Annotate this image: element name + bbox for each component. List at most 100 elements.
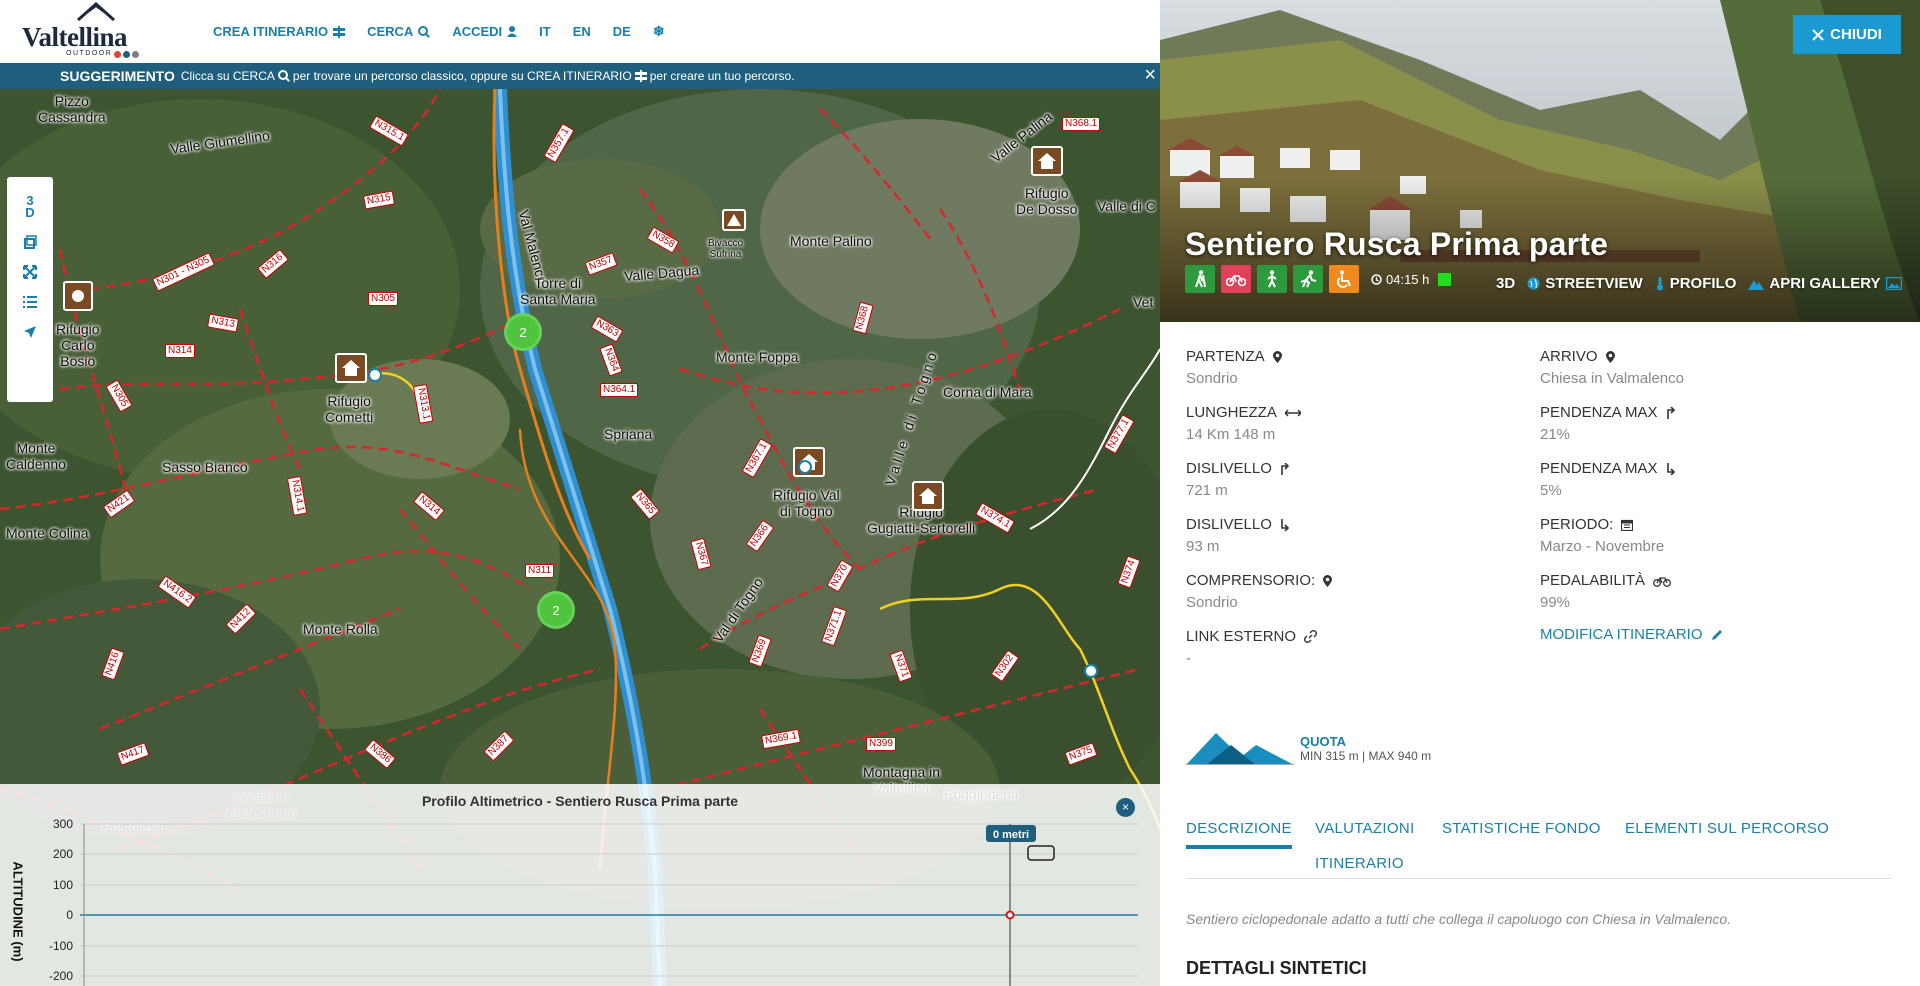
partenza-value: Sondrio xyxy=(1186,370,1238,387)
route-hero-image[interactable]: CHIUDI Sentiero Rusca Prima parte 04:15 … xyxy=(1160,0,1920,322)
cluster-marker[interactable]: 2 xyxy=(537,591,575,629)
y-tick-100: 100 xyxy=(53,878,73,892)
pedalabilita-value: 99% xyxy=(1540,594,1571,611)
elevation-mountains-icon xyxy=(1186,733,1294,765)
nav-accedi[interactable]: ACCEDI xyxy=(452,24,518,39)
pendenza-down-label: PENDENZA MAX xyxy=(1540,460,1658,477)
lang-de[interactable]: DE xyxy=(613,24,631,39)
map-label-bosio: Rifugio Carlo Bosio xyxy=(56,321,100,369)
locate-icon[interactable] xyxy=(23,325,37,339)
trail-badge: N399 xyxy=(866,737,896,751)
arrivo-value: Chiesa in Valmalenco xyxy=(1540,370,1684,387)
pin-icon xyxy=(1323,574,1333,587)
nav-cerca[interactable]: CERCA xyxy=(367,24,431,39)
search-icon xyxy=(418,25,431,38)
detail-comprensorio: COMPRENSORIO: Sondrio xyxy=(1186,572,1516,611)
detail-pendenza-down: PENDENZA MAX 5% xyxy=(1540,460,1870,499)
arrow-up-icon xyxy=(1281,462,1289,475)
link-icon xyxy=(1304,630,1318,643)
hint-text-1: Clicca su CERCA xyxy=(180,69,275,83)
tab-elementi-sul-percorso[interactable]: ELEMENTI SUL PERCORSO xyxy=(1625,820,1829,837)
layers-icon[interactable] xyxy=(23,235,37,249)
y-tick-200: 200 xyxy=(53,847,73,861)
pendenza-up-value: 21% xyxy=(1540,426,1571,443)
modifica-itinerario-link[interactable]: MODIFICA ITINERARIO xyxy=(1540,626,1723,643)
flag-icon xyxy=(72,290,84,302)
dislivello-down-label: DISLIVELLO xyxy=(1186,516,1272,533)
map-label-spriana: Spriana xyxy=(604,426,653,442)
map-label-pizzo: Pizzo Cassandra xyxy=(38,93,106,125)
profile-cursor-dot xyxy=(1005,910,1015,920)
periodo-label: PERIODO: xyxy=(1540,516,1614,533)
dislivello-up-value: 721 m xyxy=(1186,482,1228,499)
detail-lunghezza: LUNGHEZZA 14 Km 148 m xyxy=(1186,404,1516,443)
map-label-bianco: Sasso Bianco xyxy=(162,459,248,475)
route-point-marker[interactable] xyxy=(798,460,812,474)
map-label-palino: Monte Palino xyxy=(790,233,872,249)
close-button[interactable]: CHIUDI xyxy=(1793,15,1901,54)
route-point-marker[interactable] xyxy=(368,368,382,382)
y-tick-minus100: -100 xyxy=(49,939,73,953)
quota-summary: QUOTA MIN 315 m | MAX 940 m xyxy=(1186,731,1431,765)
search-icon xyxy=(277,70,290,82)
comprensorio-label: COMPRENSORIO: xyxy=(1186,572,1316,589)
link-profilo-label: PROFILO xyxy=(1669,275,1737,292)
detail-tabs: DESCRIZIONE VALUTAZIONI STATISTICHE FOND… xyxy=(1186,816,1892,879)
tab-descrizione[interactable]: DESCRIZIONE xyxy=(1186,820,1292,849)
map-label-valdi: Valle di C xyxy=(1097,198,1156,214)
periodo-value: Marzo - Novembre xyxy=(1540,538,1665,555)
link-gallery[interactable]: APRI GALLERY xyxy=(1748,275,1902,292)
thermometer-icon xyxy=(1656,276,1663,290)
y-tick-minus200: -200 xyxy=(49,969,73,983)
y-tick-300: 300 xyxy=(53,817,73,831)
link-3d[interactable]: 3D xyxy=(1496,275,1515,292)
tab-statistiche-fondo[interactable]: STATISTICHE FONDO xyxy=(1442,820,1601,837)
cluster-marker[interactable]: 2 xyxy=(504,313,542,351)
expand-icon[interactable] xyxy=(23,265,37,279)
nav-crea-label: CREA ITINERARIO xyxy=(213,24,329,39)
main-nav: CREA ITINERARIO CERCA ACCEDI IT EN DE ❄ xyxy=(213,23,687,40)
tab-valutazioni[interactable]: VALUTAZIONI xyxy=(1315,820,1414,837)
hint-bar: SUGGERIMENTO Clicca su CERCA per trovare… xyxy=(0,63,1160,89)
link-profilo[interactable]: PROFILO xyxy=(1655,275,1737,292)
hut-marker[interactable] xyxy=(335,353,367,383)
map-label-dosso: Rifugio De Dosso xyxy=(1016,185,1078,217)
route-point-marker[interactable] xyxy=(1084,664,1098,678)
arrow-up-icon xyxy=(1666,406,1675,419)
nav-crea-itinerario[interactable]: CREA ITINERARIO xyxy=(213,24,346,39)
difficulty-badge xyxy=(1438,272,1452,286)
snowflake-icon[interactable]: ❄ xyxy=(653,23,665,40)
logo[interactable]: Valtellina OUTDOOR xyxy=(18,0,163,63)
hint-close-button[interactable]: × xyxy=(1144,65,1156,85)
house-icon xyxy=(919,488,937,504)
map-3d-toggle[interactable]: 3 D xyxy=(25,193,35,220)
pin-icon xyxy=(1272,350,1282,363)
lang-en[interactable]: EN xyxy=(573,24,591,39)
trail-badge: N305 xyxy=(368,292,398,306)
clock-icon xyxy=(1371,273,1382,285)
tab-itinerario[interactable]: ITINERARIO xyxy=(1315,855,1404,872)
elevation-profile-chart[interactable]: 300 200 100 0 -100 -200 0 metri xyxy=(0,784,1160,986)
map-label-cometti: Rifugio Cometti xyxy=(325,393,374,425)
list-icon[interactable] xyxy=(23,295,37,309)
duration: 04:15 h xyxy=(1371,272,1452,287)
trail-badge: N368.1 xyxy=(1062,117,1101,131)
section-title: DETTAGLI SINTETICI xyxy=(1186,958,1367,978)
link-streetview[interactable]: STREETVIEW xyxy=(1527,275,1643,292)
lang-it[interactable]: IT xyxy=(539,24,551,39)
image-icon xyxy=(1885,277,1902,290)
arrow-down-icon xyxy=(1281,518,1289,531)
detail-arrivo: ARRIVO Chiesa in Valmalenco xyxy=(1540,348,1870,387)
pendenza-up-label: PENDENZA MAX xyxy=(1540,404,1658,421)
route-detail-panel: CHIUDI Sentiero Rusca Prima parte 04:15 … xyxy=(1160,0,1920,986)
bivouac-marker[interactable] xyxy=(722,209,746,231)
hut-marker[interactable] xyxy=(63,281,93,311)
map-3d-label: 3 D xyxy=(25,193,35,220)
detail-dislivello-up: DISLIVELLO 721 m xyxy=(1186,460,1516,499)
running-icon xyxy=(1293,265,1323,293)
nav-accedi-label: ACCEDI xyxy=(452,24,503,39)
logo-dots xyxy=(114,51,139,58)
hut-marker[interactable] xyxy=(1031,146,1063,176)
hut-marker[interactable] xyxy=(912,481,944,511)
activity-icons: 04:15 h xyxy=(1185,265,1452,293)
